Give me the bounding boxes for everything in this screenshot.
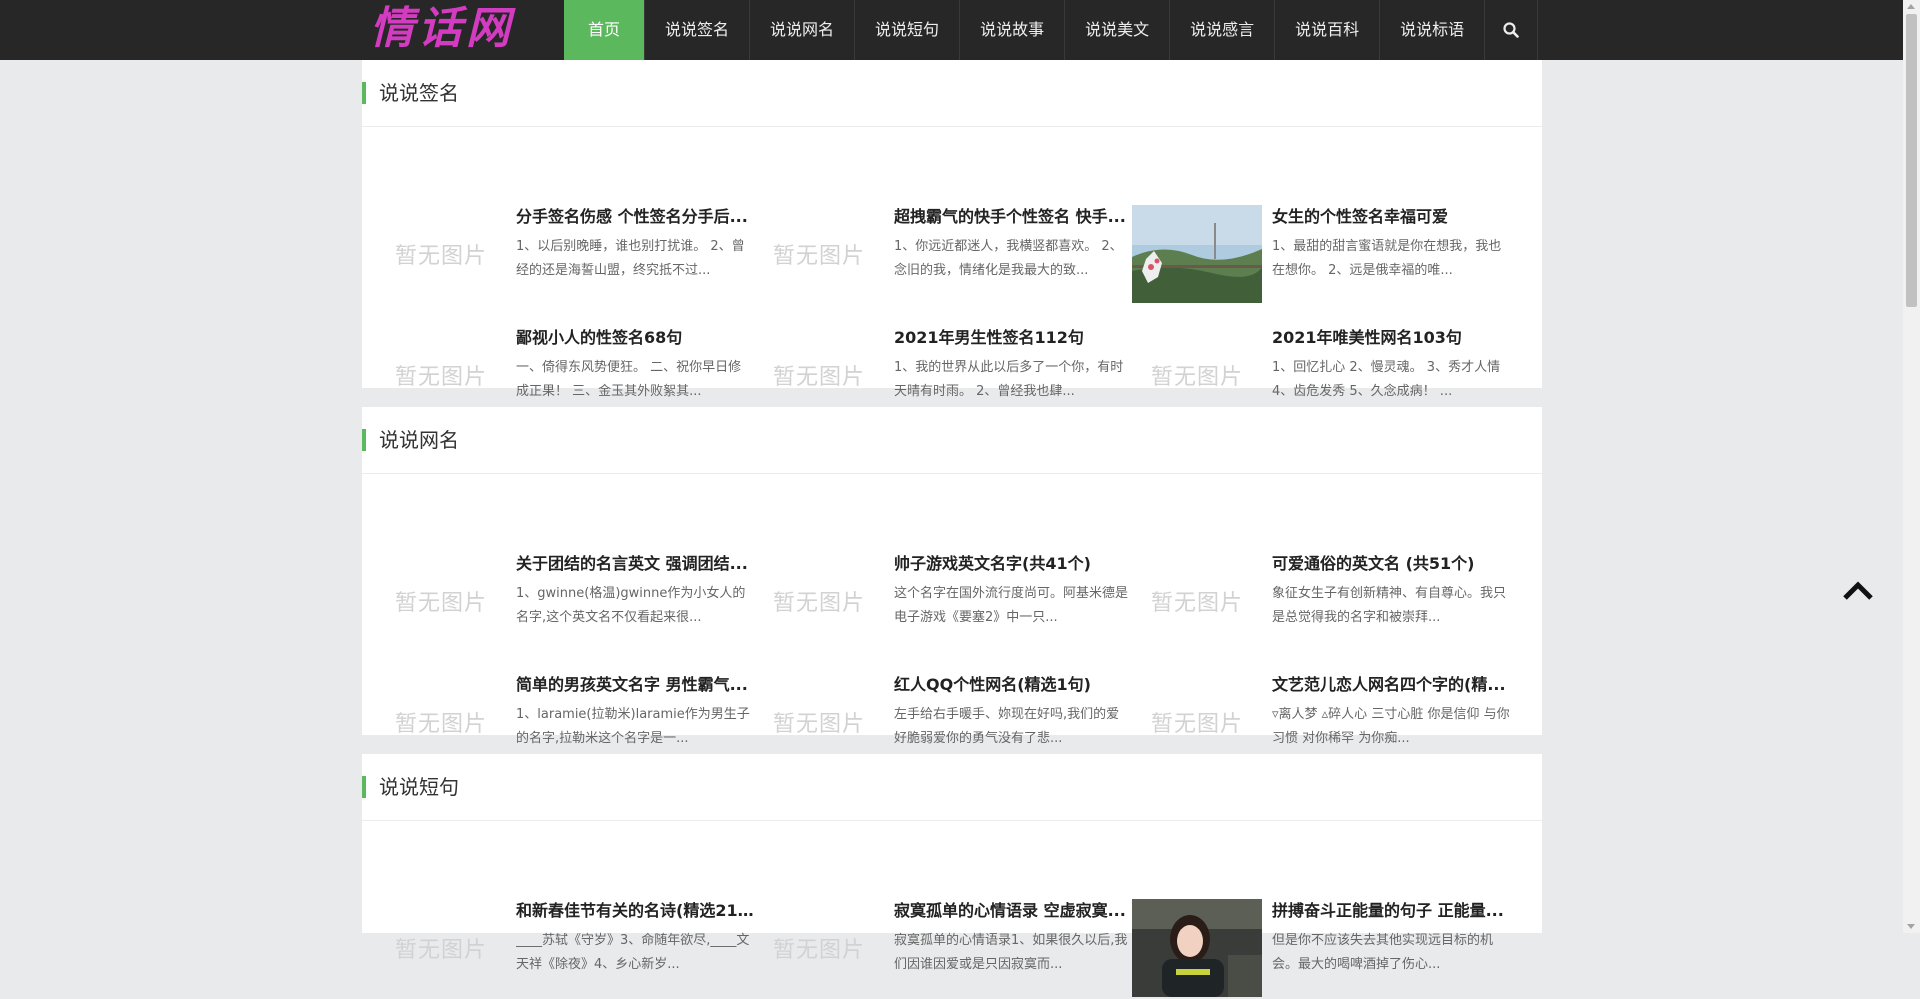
section-title[interactable]: 说说签名: [379, 60, 459, 126]
section-short-phrases: 说说短句 暂无图片 和新春佳节有关的名诗(精选21... ____苏轼《守岁》3…: [362, 754, 1542, 997]
photo-image: [1132, 899, 1262, 997]
article-card[interactable]: 暂无图片 可爱通俗的英文名 (共51个) 象征女生子有创新精神、有自尊心。我只是…: [1132, 552, 1510, 652]
placeholder-image[interactable]: 暂无图片: [376, 205, 506, 303]
article-title[interactable]: 可爱通俗的英文名 (共51个): [1272, 552, 1510, 576]
article-title[interactable]: 分手签名伤感 个性签名分手后...: [516, 205, 754, 229]
scroll-down-icon[interactable]: [1907, 924, 1915, 929]
article-title[interactable]: 和新春佳节有关的名诗(精选21...: [516, 899, 754, 923]
section-accent-bar: [362, 82, 366, 104]
nav-item-home[interactable]: 首页: [564, 0, 646, 60]
article-card[interactable]: 暂无图片 寂寞孤单的心情语录 空虚寂寞... 寂寞孤单的心情语录1、如果很久以后…: [754, 899, 1132, 999]
article-excerpt: 1、gwinne(格温)gwinne作为小女人的名字,这个英文名不仅看起来很..…: [516, 586, 746, 625]
nav-item-essays[interactable]: 说说美文: [1065, 0, 1171, 60]
article-excerpt: 1、我的世界从此以后多了一个你，有时天晴有时雨。 2、曾经我也肆...: [894, 360, 1124, 399]
nav-item-slogans[interactable]: 说说标语: [1380, 0, 1486, 60]
section-header: 说说短句: [362, 754, 1542, 821]
section-header: 说说网名: [362, 407, 1542, 474]
placeholder-image[interactable]: 暂无图片: [754, 899, 884, 997]
article-excerpt: 一、倚得东风势便狂。 二、祝你早日修成正果！ 三、金玉其外败絮其...: [516, 360, 742, 399]
article-excerpt: 1、回忆扎心 2、慢灵魂。 3、秀才人情 4、齿危发秀 5、久念成病！ ...: [1272, 360, 1501, 399]
article-excerpt: ____苏轼《守岁》3、命随年欲尽,____文天祥《除夜》4、乡心新岁...: [516, 933, 750, 972]
nav-item-signature[interactable]: 说说签名: [645, 0, 751, 60]
article-excerpt: 寂寞孤单的心情语录1、如果很久以后,我们因谁因爱或是只因寂寞而...: [894, 933, 1128, 972]
article-card[interactable]: 女生的个性签名幸福可爱 1、最甜的甜言蜜语就是你在想我，我也在想你。 2、远是俄…: [1132, 205, 1510, 305]
article-excerpt: 这个名字在国外流行度尚可。阿基米德是电子游戏《要塞2》中一只...: [894, 586, 1129, 625]
main-nav: 首页 说说签名 说说网名 说说短句 说说故事 说说美文 说说感言 说说百科 说说…: [564, 0, 1539, 60]
scroll-up-icon[interactable]: [1907, 4, 1915, 9]
article-card[interactable]: 拼搏奋斗正能量的句子 正能量... 但是你不应该失去其他实现远目标的机会。最大的…: [1132, 899, 1510, 999]
site-logo[interactable]: 情话网: [370, 0, 514, 60]
article-card[interactable]: 暂无图片 分手签名伤感 个性签名分手后... 1、以后别晚睡，谁也别打扰谁。 2…: [376, 205, 754, 305]
article-card[interactable]: 暂无图片 超拽霸气的快手个性签名 快手... 1、你远近都迷人，我横竖都喜欢。 …: [754, 205, 1132, 305]
nav-item-thoughts[interactable]: 说说感言: [1170, 0, 1276, 60]
article-excerpt: 1、laramie(拉勒米)laramie作为男生子的名字,拉勒米这个名字是一.…: [516, 707, 750, 746]
section-accent-bar: [362, 776, 366, 798]
article-title[interactable]: 寂寞孤单的心情语录 空虚寂寞...: [894, 899, 1132, 923]
article-excerpt: 但是你不应该失去其他实现远目标的机会。最大的喝啤酒掉了伤心...: [1272, 933, 1494, 972]
article-title[interactable]: 2021年男生性签名112句: [894, 326, 1132, 350]
top-navbar: 情话网 首页 说说签名 说说网名 说说短句 说说故事 说说美文 说说感言 说说百…: [0, 0, 1920, 60]
article-excerpt: 1、以后别晚睡，谁也别打扰谁。 2、曾经的还是海誓山盟，终究抵不过...: [516, 239, 745, 278]
article-excerpt: ▿离人梦 ▵碎人心 三寸心脏 你是信仰 与你习惯 对你稀罕 为你痴...: [1272, 707, 1510, 746]
article-excerpt: 1、最甜的甜言蜜语就是你在想我，我也在想你。 2、远是俄幸福的唯...: [1272, 239, 1502, 278]
article-excerpt: 1、你远近都迷人，我横竖都喜欢。 2、念旧的我，情绪化是我最大的致...: [894, 239, 1123, 278]
article-title[interactable]: 拼搏奋斗正能量的句子 正能量...: [1272, 899, 1510, 923]
placeholder-image[interactable]: 暂无图片: [754, 205, 884, 303]
placeholder-image[interactable]: 暂无图片: [376, 552, 506, 650]
back-to-top-button[interactable]: [1841, 578, 1875, 602]
nav-item-nickname[interactable]: 说说网名: [750, 0, 856, 60]
article-title[interactable]: 红人QQ个性网名(精选1句): [894, 673, 1132, 697]
section-nickname: 说说网名 暂无图片 关于团结的名言英文 强调团结... 1、gwinne(格温)…: [362, 407, 1542, 746]
scrollbar-thumb[interactable]: [1906, 14, 1917, 307]
placeholder-image[interactable]: 暂无图片: [754, 552, 884, 650]
nav-item-stories[interactable]: 说说故事: [960, 0, 1066, 60]
search-button[interactable]: [1485, 0, 1539, 60]
nav-item-encyclopedia[interactable]: 说说百科: [1275, 0, 1381, 60]
section-title[interactable]: 说说网名: [379, 407, 459, 473]
article-title[interactable]: 简单的男孩英文名字 男性霸气...: [516, 673, 754, 697]
article-excerpt: 左手给右手暖手、妳现在好吗,我们的爱好脆弱爱你的勇气没有了悲...: [894, 707, 1120, 746]
article-excerpt: 象征女生子有创新精神、有自尊心。我只是总觉得我的名字和被崇拜...: [1272, 586, 1507, 625]
page-scrollbar[interactable]: [1903, 0, 1920, 933]
section-accent-bar: [362, 429, 366, 451]
chevron-up-icon: [1843, 581, 1873, 600]
article-card[interactable]: 暂无图片 帅子游戏英文名字(共41个) 这个名字在国外流行度尚可。阿基米德是电子…: [754, 552, 1132, 652]
article-title[interactable]: 关于团结的名言英文 强调团结...: [516, 552, 754, 576]
article-title[interactable]: 鄙视小人的性签名68句: [516, 326, 754, 350]
search-icon: [1503, 22, 1519, 38]
placeholder-image[interactable]: 暂无图片: [376, 899, 506, 997]
article-title[interactable]: 文艺范儿恋人网名四个字的(精...: [1272, 673, 1510, 697]
article-thumbnail[interactable]: [1132, 205, 1262, 303]
article-card[interactable]: 暂无图片 和新春佳节有关的名诗(精选21... ____苏轼《守岁》3、命随年欲…: [376, 899, 754, 999]
nav-item-short-phrases[interactable]: 说说短句: [855, 0, 961, 60]
article-title[interactable]: 女生的个性签名幸福可爱: [1272, 205, 1510, 229]
placeholder-image[interactable]: 暂无图片: [1132, 552, 1262, 650]
photo-image: [1132, 205, 1262, 303]
article-card[interactable]: 暂无图片 关于团结的名言英文 强调团结... 1、gwinne(格温)gwinn…: [376, 552, 754, 652]
section-title[interactable]: 说说短句: [379, 754, 459, 820]
section-header: 说说签名: [362, 60, 1542, 127]
article-title[interactable]: 超拽霸气的快手个性签名 快手...: [894, 205, 1132, 229]
article-thumbnail[interactable]: [1132, 899, 1262, 997]
section-signature: 说说签名 暂无图片 分手签名伤感 个性签名分手后... 1、以后别晚睡，谁也别打…: [362, 60, 1542, 399]
article-title[interactable]: 帅子游戏英文名字(共41个): [894, 552, 1132, 576]
article-title[interactable]: 2021年唯美性网名103句: [1272, 326, 1510, 350]
